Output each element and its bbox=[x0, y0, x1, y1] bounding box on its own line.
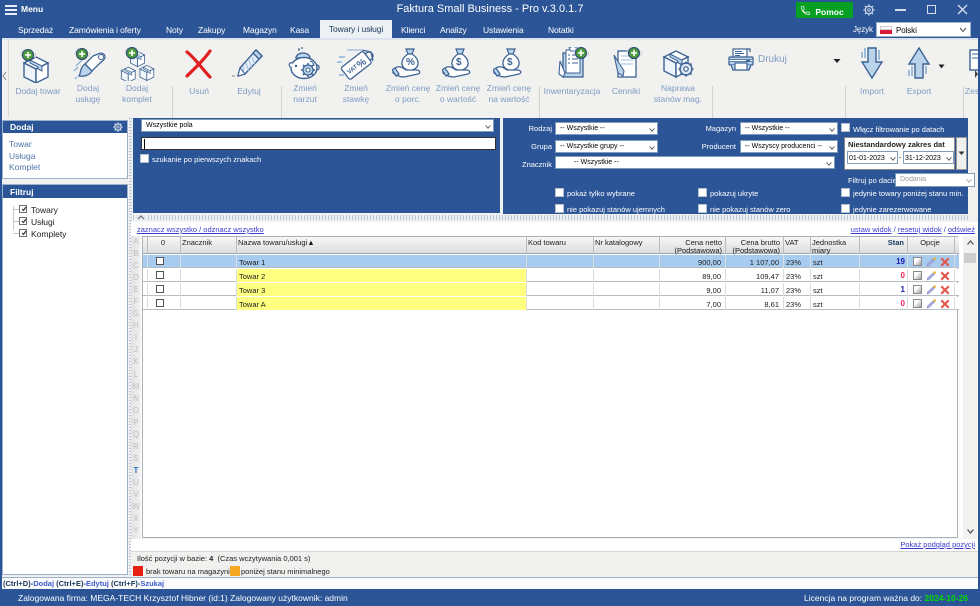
svg-text:$: $ bbox=[507, 57, 513, 68]
svg-text:%: % bbox=[406, 57, 415, 68]
svg-text:$: $ bbox=[456, 57, 462, 68]
